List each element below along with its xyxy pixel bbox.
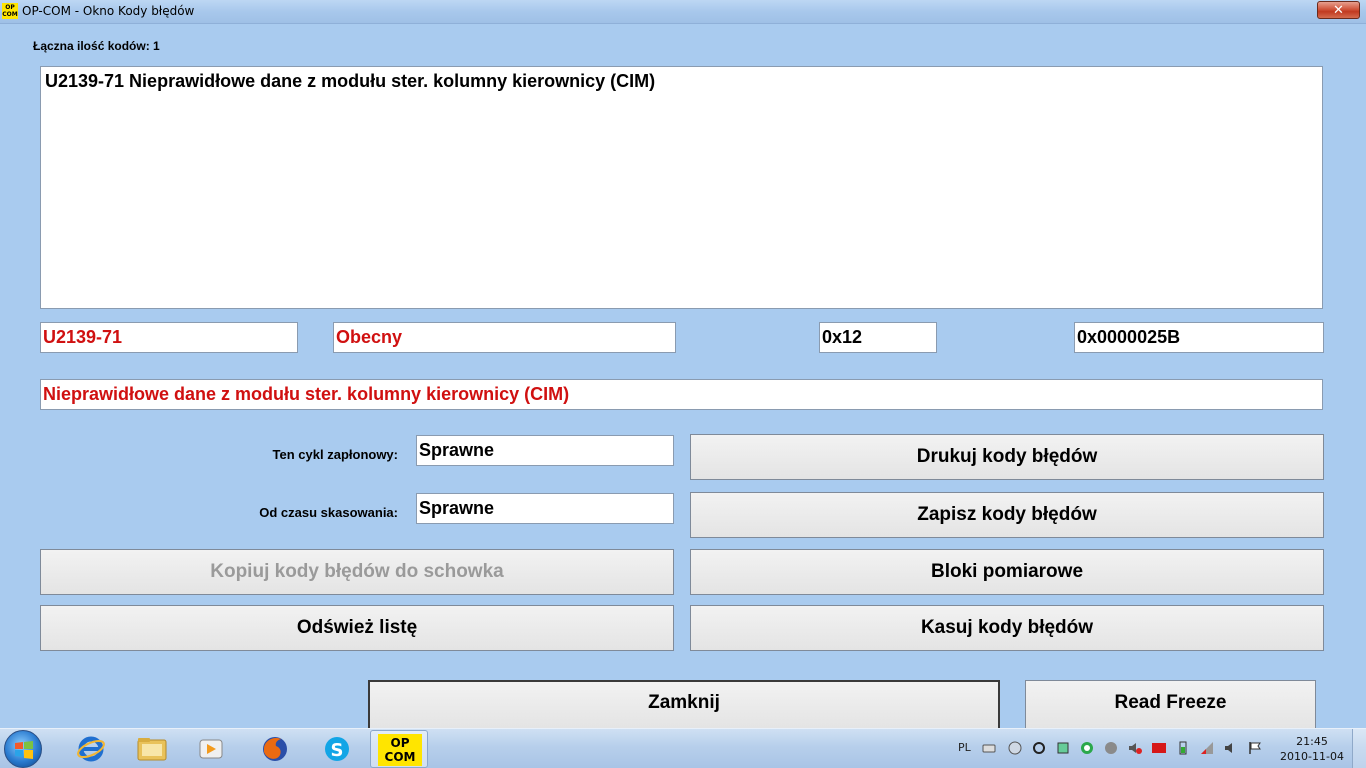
usb-device-icon[interactable] (1056, 741, 1070, 755)
taskbar-opcom-button[interactable]: OP COM (370, 730, 428, 768)
update-icon[interactable] (1104, 741, 1118, 755)
print-codes-button[interactable]: Drukuj kody błędów (690, 434, 1324, 480)
battery-icon[interactable] (1176, 741, 1190, 755)
window-title: OP-COM - Okno Kody błędów (22, 4, 195, 18)
ati-icon[interactable] (1152, 741, 1166, 755)
clear-codes-button[interactable]: Kasuj kody błędów (690, 605, 1324, 651)
error-code-list[interactable]: U2139-71 Nieprawidłowe dane z modułu ste… (40, 66, 1323, 309)
svg-text:S: S (331, 740, 344, 761)
since-clear-label: Od czasu skasowania: (259, 505, 398, 520)
description-field: Nieprawidłowe dane z modułu ster. kolumn… (40, 379, 1323, 410)
sync-icon[interactable] (1032, 741, 1046, 755)
keyboard-icon[interactable] (982, 741, 996, 755)
internet-explorer-icon (77, 736, 105, 762)
skype-icon: S (325, 737, 349, 761)
save-codes-button[interactable]: Zapisz kody błędów (690, 492, 1324, 538)
network-icon[interactable] (1008, 741, 1022, 755)
language-indicator[interactable]: PL (958, 741, 971, 754)
title-bar[interactable]: OP COM OP-COM - Okno Kody błędów ✕ (0, 0, 1366, 24)
taskbar-explorer-button[interactable] (122, 730, 180, 768)
wifi-signal-icon[interactable] (1200, 741, 1214, 755)
status-field: Obecny (333, 322, 676, 353)
code-field: U2139-71 (40, 322, 298, 353)
windows-logo-icon (15, 741, 33, 759)
opcom-app-icon: OP COM (2, 3, 18, 19)
read-freeze-button[interactable]: Read Freeze (1025, 680, 1316, 730)
ignition-cycle-label: Ten cykl zapłonowy: (272, 447, 398, 462)
volume-alert-icon[interactable] (1128, 741, 1142, 755)
show-desktop-button[interactable] (1352, 729, 1366, 768)
system-clock[interactable]: 21:45 2010-11-04 (1280, 734, 1344, 764)
action-center-flag-icon[interactable] (1248, 741, 1262, 755)
antivirus-icon[interactable] (1080, 741, 1094, 755)
speaker-icon[interactable] (1224, 741, 1238, 755)
taskbar-skype-button[interactable]: S (308, 730, 366, 768)
taskbar: S OP COM PL 21:45 2010-11-04 (0, 728, 1366, 768)
clock-date: 2010-11-04 (1280, 750, 1344, 763)
clock-time: 21:45 (1296, 735, 1328, 748)
start-button[interactable] (4, 730, 42, 768)
since-clear-field: Sprawne (416, 493, 674, 524)
ignition-cycle-field: Sprawne (416, 435, 674, 466)
firefox-icon (263, 737, 287, 761)
folder-icon (137, 738, 167, 761)
copy-codes-button[interactable]: Kopiuj kody błędów do schowka (40, 549, 674, 595)
taskbar-ie-button[interactable] (62, 730, 120, 768)
hex-short-field: 0x12 (819, 322, 937, 353)
total-codes-label: Łączna ilość kodów: 1 (33, 39, 160, 53)
taskbar-firefox-button[interactable] (246, 730, 304, 768)
list-item[interactable]: U2139-71 Nieprawidłowe dane z modułu ste… (45, 71, 1318, 92)
close-window-button[interactable]: ✕ (1317, 1, 1360, 19)
measurement-blocks-button[interactable]: Bloki pomiarowe (690, 549, 1324, 595)
close-button[interactable]: Zamknij (368, 680, 1000, 730)
opcom-icon: OP COM (378, 734, 422, 766)
taskbar-media-player-button[interactable] (182, 730, 240, 768)
media-player-icon (199, 739, 223, 759)
refresh-list-button[interactable]: Odśwież listę (40, 605, 674, 651)
hex-long-field: 0x0000025B (1074, 322, 1324, 353)
